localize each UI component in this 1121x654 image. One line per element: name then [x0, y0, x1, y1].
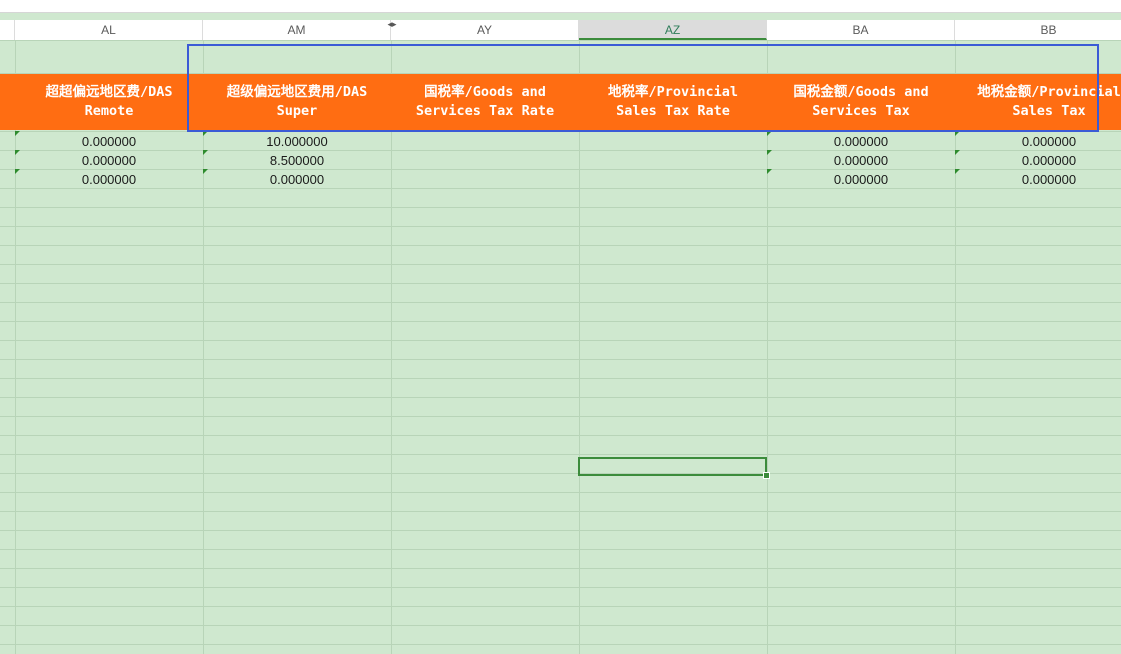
- data-cell[interactable]: 10.000000: [203, 132, 391, 151]
- error-flag-icon: [955, 169, 960, 174]
- error-flag-icon: [203, 169, 208, 174]
- column-header-gutter: [0, 20, 15, 40]
- data-cell[interactable]: 0.000000: [15, 132, 203, 151]
- error-flag-icon: [767, 169, 772, 174]
- data-cell[interactable]: 0.000000: [767, 170, 955, 189]
- grid-line: [391, 40, 392, 654]
- grid-line: [0, 568, 1121, 569]
- grid-line: [0, 492, 1121, 493]
- error-flag-icon: [15, 150, 20, 155]
- grid-line: [0, 378, 1121, 379]
- fill-handle[interactable]: [763, 472, 770, 479]
- error-flag-icon: [955, 131, 960, 136]
- data-cell[interactable]: 8.500000: [203, 151, 391, 170]
- error-flag-icon: [203, 150, 208, 155]
- grid-line: [0, 435, 1121, 436]
- grid-line: [0, 587, 1121, 588]
- header-cell-das-remote[interactable]: 超超偏远地区费/DAS Remote: [15, 74, 203, 130]
- data-cell[interactable]: 0.000000: [203, 170, 391, 189]
- column-header-az[interactable]: AZ: [579, 20, 767, 40]
- column-header-ay[interactable]: AY: [391, 20, 579, 40]
- column-header-bb[interactable]: BB: [955, 20, 1121, 40]
- grid-line: [0, 454, 1121, 455]
- data-cell[interactable]: 0.000000: [15, 151, 203, 170]
- grid-line: [0, 625, 1121, 626]
- grid-line: [0, 606, 1121, 607]
- data-cell[interactable]: 0.000000: [767, 151, 955, 170]
- header-cell-gst-amount[interactable]: 国税金额/Goods and Services Tax: [767, 74, 955, 130]
- header-cell-pst-rate[interactable]: 地税率/Provincial Sales Tax Rate: [579, 74, 767, 130]
- error-flag-icon: [767, 150, 772, 155]
- header-cell-gst-rate[interactable]: 国税率/Goods and Services Tax Rate: [391, 74, 579, 130]
- error-flag-icon: [15, 169, 20, 174]
- grid-line: [0, 473, 1121, 474]
- grid-line: [0, 397, 1121, 398]
- error-flag-icon: [203, 131, 208, 136]
- data-cell[interactable]: 0.000000: [15, 170, 203, 189]
- grid-line: [0, 245, 1121, 246]
- active-cell[interactable]: [578, 457, 767, 476]
- formula-bar-edge: [0, 0, 1121, 13]
- grid-line: [0, 226, 1121, 227]
- error-flag-icon: [15, 131, 20, 136]
- grid-line: [0, 340, 1121, 341]
- grid-line: [0, 644, 1121, 645]
- grid-line: [0, 359, 1121, 360]
- data-cell[interactable]: 0.000000: [955, 132, 1121, 151]
- grid-line: [0, 321, 1121, 322]
- data-cell[interactable]: 0.000000: [767, 132, 955, 151]
- column-header-am[interactable]: AM: [203, 20, 391, 40]
- header-cell-das-super[interactable]: 超级偏远地区费用/DAS Super: [203, 74, 391, 130]
- spreadsheet-grid[interactable]: AL AM AY AZ BA BB ◂▸ 超超偏远地区费/DAS Remote …: [0, 0, 1121, 654]
- grid-line: [0, 302, 1121, 303]
- data-cell[interactable]: 0.000000: [955, 170, 1121, 189]
- column-header-ba[interactable]: BA: [767, 20, 955, 40]
- grid-line: [0, 264, 1121, 265]
- error-flag-icon: [955, 150, 960, 155]
- grid-line: [0, 511, 1121, 512]
- grid-line: [0, 549, 1121, 550]
- header-cell-pst-amount[interactable]: 地税金额/Provincial Sales Tax: [955, 74, 1121, 130]
- grid-line: [0, 207, 1121, 208]
- grid-line: [0, 40, 1121, 41]
- column-resize-icon[interactable]: ◂▸: [386, 20, 398, 30]
- grid-line: [0, 283, 1121, 284]
- column-header-row: AL AM AY AZ BA BB: [0, 20, 1121, 40]
- error-flag-icon: [767, 131, 772, 136]
- column-header-al[interactable]: AL: [15, 20, 203, 40]
- grid-line: [0, 530, 1121, 531]
- grid-line: [579, 40, 580, 654]
- grid-line: [0, 416, 1121, 417]
- data-cell[interactable]: 0.000000: [955, 151, 1121, 170]
